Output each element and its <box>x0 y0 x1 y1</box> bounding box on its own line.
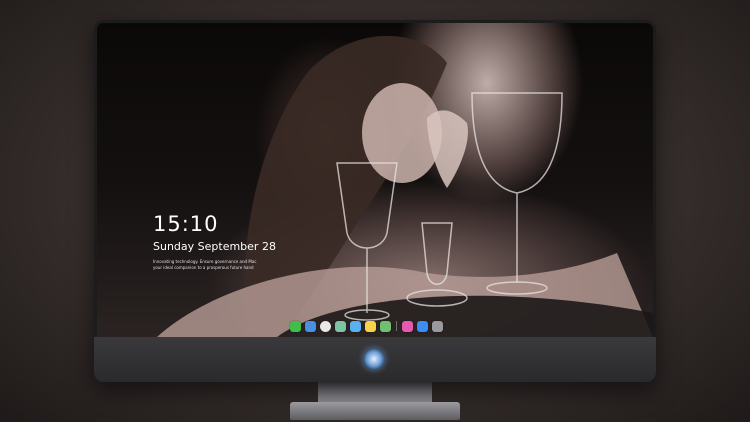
lock-date: Sunday September 28 <box>153 240 276 253</box>
messages-icon[interactable] <box>290 320 301 332</box>
brand-logo-icon <box>363 348 385 370</box>
notes-icon[interactable] <box>365 320 376 332</box>
dock-separator <box>396 321 397 331</box>
lock-time: 15:10 <box>153 212 219 236</box>
camera-icon[interactable] <box>432 320 443 332</box>
music-icon[interactable] <box>402 320 413 332</box>
monitor: 15:10 Sunday September 28 Innovating tec… <box>94 20 656 382</box>
lock-screen-info: 15:10 Sunday September 28 Innovating tec… <box>153 213 276 270</box>
desktop-screen: 15:10 Sunday September 28 Innovating tec… <box>97 23 653 337</box>
maps-icon[interactable] <box>335 320 346 332</box>
app-store-icon[interactable] <box>417 320 428 332</box>
photos-icon[interactable] <box>380 320 391 332</box>
finder-icon[interactable] <box>305 320 316 332</box>
dock <box>290 320 443 332</box>
clapper-icon[interactable] <box>350 320 361 332</box>
monitor-stand-base <box>290 402 460 420</box>
monitor-chin <box>94 337 656 382</box>
wallpaper-image <box>157 35 653 337</box>
clock-icon[interactable] <box>320 320 331 332</box>
lock-note-line-1: Innovating technology. Ensure governance… <box>153 259 257 264</box>
lock-note-line-2: your ideal companion to a prosperous fut… <box>153 265 254 270</box>
